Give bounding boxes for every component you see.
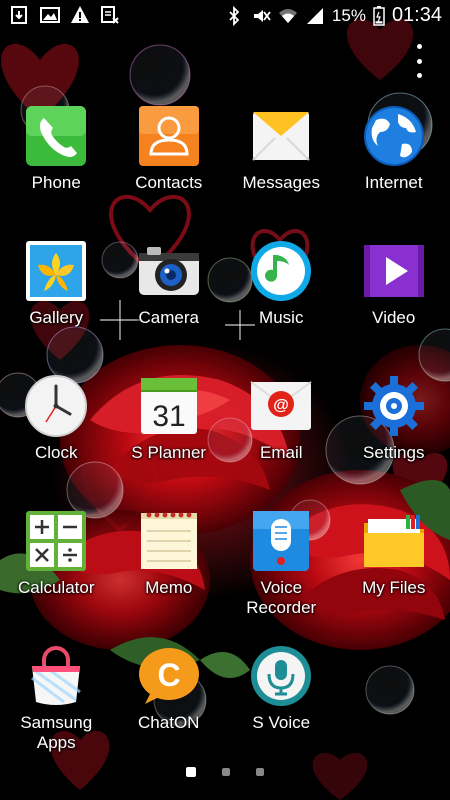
app-settings[interactable]: Settings <box>338 370 450 505</box>
app-label: My Files <box>362 578 426 597</box>
app-label: Calculator <box>17 578 95 597</box>
app-label: Video <box>372 308 416 327</box>
app-my-files[interactable]: My Files <box>338 505 450 640</box>
globe-icon <box>362 104 426 168</box>
app-label: S Voice <box>252 713 311 732</box>
app-label: Memo <box>145 578 193 597</box>
app-s-planner[interactable]: 31 S Planner <box>113 370 226 505</box>
app-music[interactable]: Music <box>225 235 338 370</box>
menu-dot-icon <box>416 73 422 78</box>
app-grid: Phone Contacts Messages Internet Gallery … <box>0 100 450 775</box>
shopping-bag-icon <box>24 644 88 708</box>
app-gallery[interactable]: Gallery <box>0 235 113 370</box>
page-indicator <box>0 767 450 777</box>
app-phone[interactable]: Phone <box>0 100 113 235</box>
app-internet[interactable]: Internet <box>338 100 450 235</box>
app-label: ChatON <box>138 713 200 732</box>
wifi-icon <box>278 8 297 23</box>
calendar-icon: 31 <box>137 374 201 438</box>
app-label: Phone <box>31 173 81 192</box>
svg-text:@: @ <box>273 397 289 414</box>
app-samsung-apps[interactable]: Samsung Apps <box>0 640 113 775</box>
phone-icon <box>24 104 88 168</box>
menu-dot-icon <box>416 58 422 64</box>
app-label: Music <box>259 308 304 327</box>
app-label: Settings <box>363 443 425 462</box>
chat-icon: C <box>137 644 201 708</box>
app-camera[interactable]: Camera <box>113 235 226 370</box>
battery-icon <box>373 5 385 26</box>
camera-icon <box>137 239 201 303</box>
bluetooth-icon <box>229 5 240 26</box>
app-label: Internet <box>364 173 423 192</box>
battery-percent: 15% <box>331 5 366 25</box>
app-label: S Planner <box>131 443 207 462</box>
app-video[interactable]: Video <box>338 235 450 370</box>
mute-icon <box>253 9 271 22</box>
page-dot-1[interactable] <box>186 767 196 777</box>
app-memo[interactable]: Memo <box>113 505 226 640</box>
app-chaton[interactable]: C ChatON <box>113 640 226 775</box>
alert-icon <box>71 6 89 23</box>
app-label: Messages <box>242 173 320 192</box>
app-label: Samsung Apps <box>20 713 93 752</box>
storage-icon <box>101 6 119 24</box>
app-label: Camera <box>138 308 199 327</box>
gear-icon <box>362 374 426 438</box>
download-icon <box>11 6 27 24</box>
app-contacts[interactable]: Contacts <box>113 100 226 235</box>
memo-icon <box>137 509 201 573</box>
page-dot-3[interactable] <box>256 768 264 776</box>
app-label: Email <box>259 443 303 462</box>
messages-icon <box>249 104 313 168</box>
app-email[interactable]: @ Email <box>225 370 338 505</box>
calendar-day: 31 <box>152 400 185 433</box>
status-bar: 15% 01:34 <box>0 0 450 32</box>
music-icon <box>249 239 313 303</box>
image-icon <box>40 7 60 23</box>
app-label: Clock <box>34 443 78 462</box>
contacts-icon <box>137 104 201 168</box>
app-clock[interactable]: Clock <box>0 370 113 505</box>
app-label: Voice Recorder <box>246 578 317 617</box>
email-icon: @ <box>249 374 313 438</box>
svg-text:C: C <box>157 657 180 693</box>
app-label: Contacts <box>135 173 203 192</box>
clock-icon <box>24 374 88 438</box>
page-dot-2[interactable] <box>222 768 230 776</box>
app-calculator[interactable]: Calculator <box>0 505 113 640</box>
system-tray: 15% 01:34 <box>224 4 442 27</box>
app-voice-recorder[interactable]: Voice Recorder <box>225 505 338 640</box>
overflow-menu-button[interactable] <box>414 44 424 78</box>
microphone-icon <box>249 509 313 573</box>
folder-icon <box>362 509 426 573</box>
menu-dot-icon <box>416 44 422 49</box>
calculator-icon <box>24 509 88 573</box>
clock-time: 01:34 <box>391 4 442 26</box>
app-label: Gallery <box>29 308 84 327</box>
app-s-voice[interactable]: S Voice <box>225 640 338 775</box>
notification-area <box>10 5 120 25</box>
signal-icon <box>306 7 323 24</box>
voice-icon <box>249 644 313 708</box>
gallery-icon <box>24 239 88 303</box>
video-icon <box>362 239 426 303</box>
app-messages[interactable]: Messages <box>225 100 338 235</box>
